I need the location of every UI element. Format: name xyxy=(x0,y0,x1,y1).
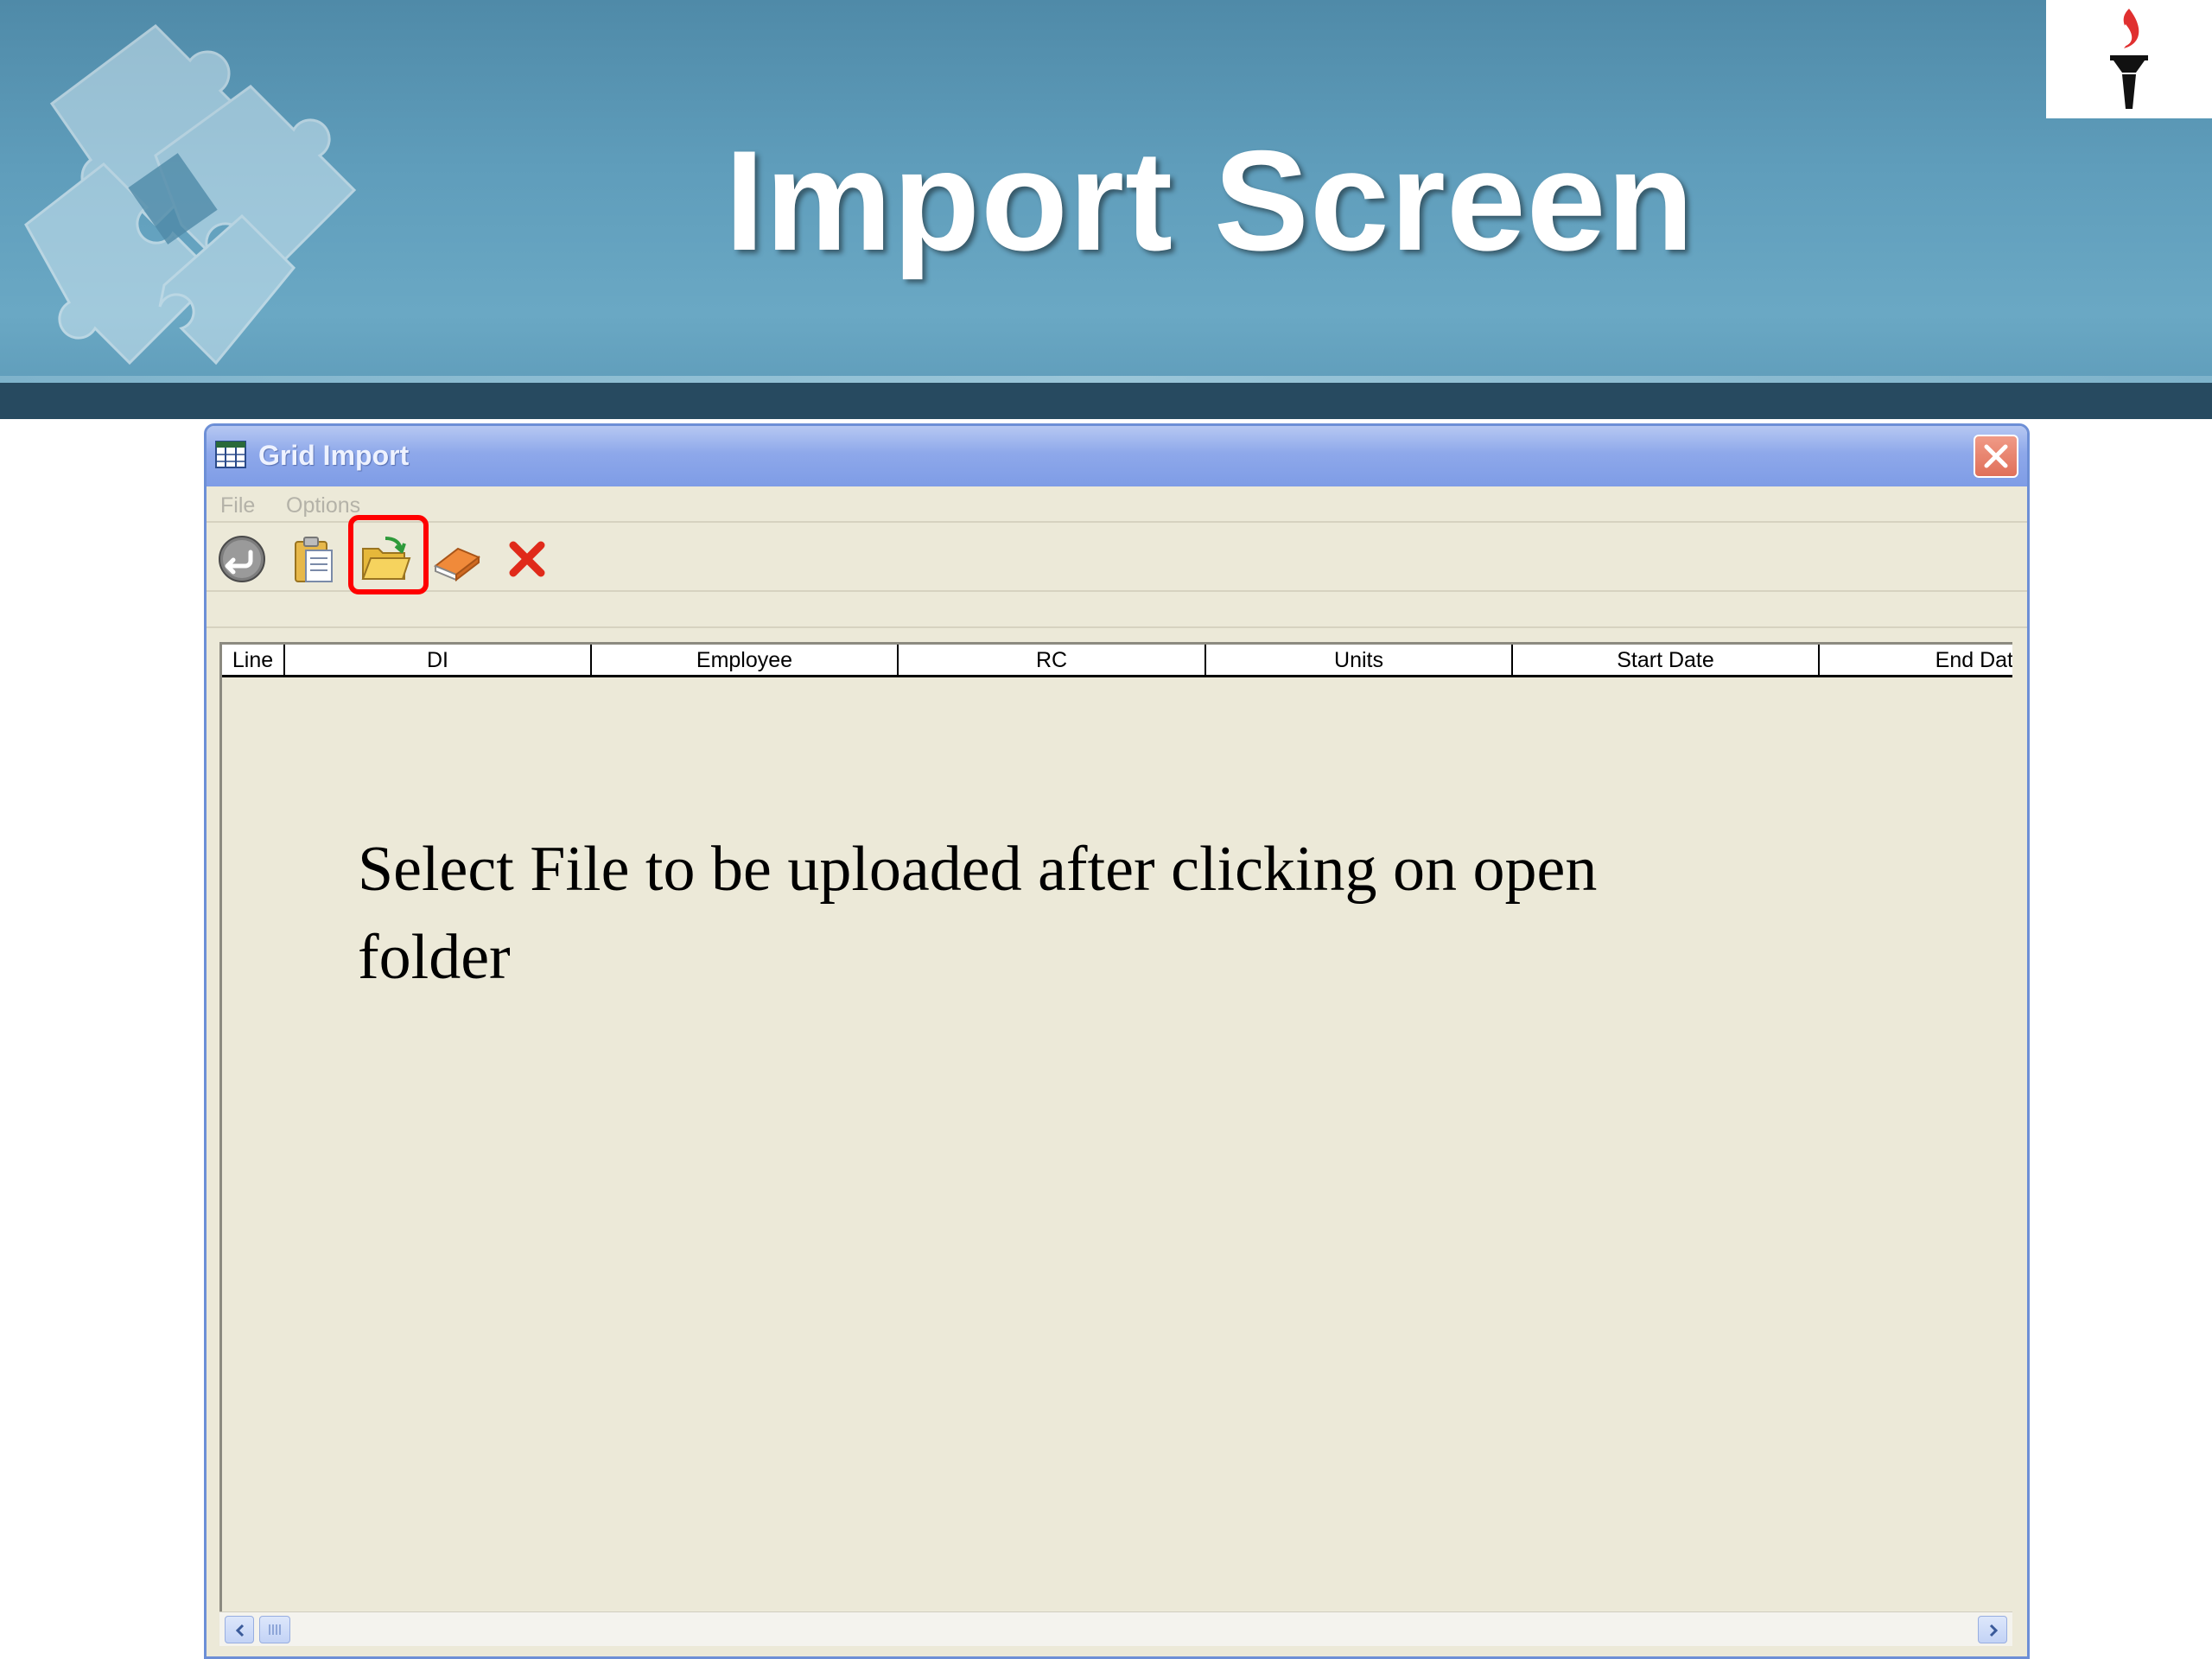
menu-options[interactable]: Options xyxy=(286,493,360,518)
column-header-di[interactable]: DI xyxy=(285,645,592,677)
instruction-text: Select File to be uploaded after clickin… xyxy=(358,834,1598,993)
paste-button[interactable] xyxy=(283,530,343,587)
scroll-thumb[interactable] xyxy=(259,1616,290,1643)
clipboard-icon xyxy=(295,537,333,582)
clear-button[interactable] xyxy=(426,530,486,587)
slide-title: Import Screen xyxy=(724,121,1695,280)
open-folder-button[interactable] xyxy=(355,530,416,587)
scroll-right-button[interactable] xyxy=(1978,1616,2007,1643)
close-icon xyxy=(1984,444,2008,468)
delete-button[interactable] xyxy=(497,530,557,587)
grid-header: Line DI Employee RC Units Start Date End… xyxy=(222,645,2012,677)
chevron-left-icon xyxy=(235,1624,245,1637)
horizontal-scrollbar[interactable] xyxy=(219,1611,2012,1646)
column-header-start-date[interactable]: Start Date xyxy=(1513,645,1820,677)
toolbar xyxy=(207,523,2027,592)
grid-import-window: Grid Import File Options Line DI Employe… xyxy=(204,423,2030,1659)
column-header-employee[interactable]: Employee xyxy=(592,645,899,677)
menu-bar: File Options xyxy=(207,486,2027,523)
grid-app-icon xyxy=(215,441,246,468)
open-folder-icon xyxy=(361,537,411,580)
torch-icon xyxy=(2110,9,2148,109)
column-header-rc[interactable]: RC xyxy=(899,645,1206,677)
scroll-left-button[interactable] xyxy=(225,1616,254,1643)
banner-bottom-band xyxy=(0,383,2212,419)
column-header-end-date[interactable]: End Dat xyxy=(1820,645,2012,677)
window-title: Grid Import xyxy=(258,440,410,471)
slide-banner: Import Screen xyxy=(0,0,2212,419)
banner-stripe xyxy=(0,376,2212,383)
toolbar-strip xyxy=(207,594,2027,628)
close-button[interactable] xyxy=(1974,435,2018,478)
undo-button[interactable] xyxy=(212,530,272,587)
column-header-line[interactable]: Line xyxy=(222,645,285,677)
chevron-right-icon xyxy=(1989,1624,1999,1637)
window-titlebar[interactable]: Grid Import xyxy=(207,426,2027,486)
menu-file[interactable]: File xyxy=(220,493,255,518)
column-header-units[interactable]: Units xyxy=(1206,645,1513,677)
import-grid[interactable]: Line DI Employee RC Units Start Date End… xyxy=(219,642,2012,1636)
delete-x-icon xyxy=(509,541,545,577)
undo-icon xyxy=(219,536,265,582)
eraser-icon xyxy=(434,547,480,582)
torch-logo xyxy=(2046,0,2212,118)
